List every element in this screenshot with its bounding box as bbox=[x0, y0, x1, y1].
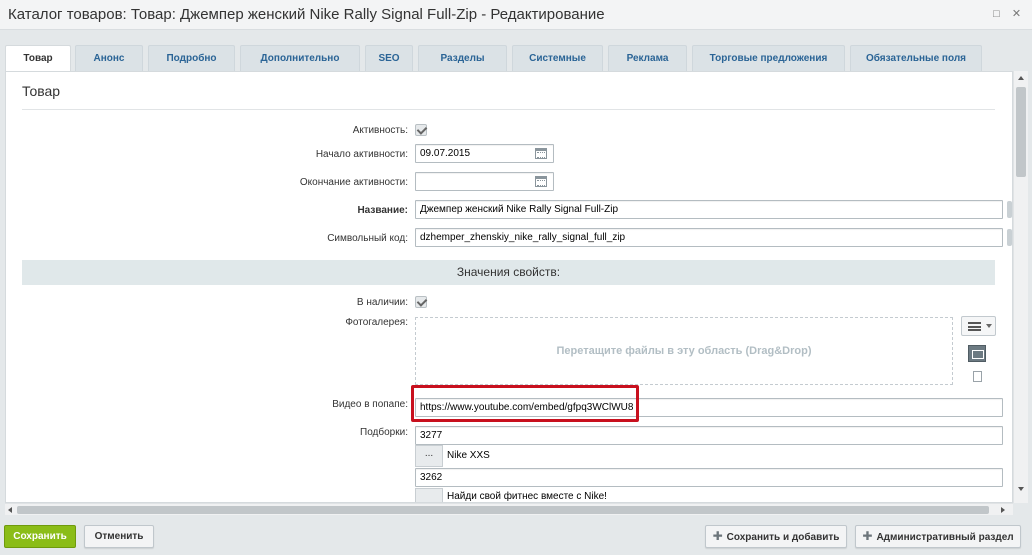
field-grip-icon[interactable] bbox=[1007, 229, 1012, 246]
admin-section-button[interactable]: ✚ Административный раздел bbox=[855, 525, 1021, 548]
tab-sections[interactable]: Разделы bbox=[418, 45, 507, 71]
in-stock-checkbox[interactable] bbox=[415, 296, 427, 308]
admin-section-label: Административный раздел bbox=[876, 532, 1014, 543]
close-icon[interactable]: ✕ bbox=[1011, 9, 1022, 20]
section-title: Товар bbox=[22, 83, 61, 99]
calendar-icon[interactable] bbox=[535, 176, 547, 187]
tab-additional[interactable]: Дополнительно bbox=[240, 45, 360, 71]
cancel-button[interactable]: Отменить bbox=[84, 525, 154, 548]
tab-seo[interactable]: SEO bbox=[365, 45, 413, 71]
plus-icon: ✚ bbox=[712, 529, 723, 543]
scroll-thumb[interactable] bbox=[1016, 87, 1026, 177]
gallery-menu-button[interactable] bbox=[961, 316, 996, 336]
active-checkbox[interactable] bbox=[415, 124, 427, 136]
collection-select-button[interactable] bbox=[415, 488, 443, 502]
vertical-scrollbar[interactable] bbox=[1013, 71, 1028, 503]
plus-icon: ✚ bbox=[862, 529, 873, 543]
active-from-label: Начало активности: bbox=[315, 149, 408, 160]
active-label: Активность: bbox=[352, 125, 408, 136]
collection-id-input[interactable]: 3262 bbox=[415, 468, 1003, 487]
scroll-down-icon[interactable] bbox=[1018, 487, 1024, 491]
restore-icon[interactable]: □ bbox=[991, 9, 1002, 20]
tab-details[interactable]: Подробно bbox=[148, 45, 235, 71]
gallery-dropzone[interactable]: Перетащите файлы в эту область (Drag&Dro… bbox=[415, 317, 953, 385]
form-panel: Товар Активность: Начало активности: 09.… bbox=[5, 71, 1013, 503]
image-icon[interactable] bbox=[968, 345, 986, 362]
video-label: Видео в попапе: bbox=[332, 399, 408, 410]
save-and-add-label: Сохранить и добавить bbox=[726, 532, 840, 543]
horizontal-scrollbar[interactable] bbox=[5, 503, 1013, 515]
file-icon[interactable] bbox=[973, 371, 982, 382]
scroll-up-icon[interactable] bbox=[1018, 76, 1024, 80]
calendar-icon[interactable] bbox=[535, 148, 547, 159]
tab-advertising[interactable]: Реклама bbox=[608, 45, 687, 71]
tab-bar: Товар Анонс Подробно Дополнительно SEO Р… bbox=[5, 45, 995, 72]
scroll-right-icon[interactable] bbox=[1001, 507, 1005, 513]
code-label: Символьный код: bbox=[327, 233, 408, 244]
active-from-input[interactable]: 09.07.2015 bbox=[415, 144, 554, 163]
in-stock-label: В наличии: bbox=[356, 297, 408, 308]
scroll-left-icon[interactable] bbox=[8, 507, 12, 513]
chevron-down-icon bbox=[986, 324, 992, 328]
tab-required-fields[interactable]: Обязательные поля bbox=[850, 45, 982, 71]
tab-system[interactable]: Системные bbox=[512, 45, 603, 71]
window-title: Каталог товаров: Товар: Джемпер женский … bbox=[8, 6, 605, 23]
menu-icon bbox=[968, 322, 981, 331]
collection-select-button[interactable]: ... bbox=[415, 445, 443, 467]
tab-announce[interactable]: Анонс bbox=[75, 45, 143, 71]
name-input[interactable]: Джемпер женский Nike Rally Signal Full-Z… bbox=[415, 200, 1003, 219]
field-grip-icon[interactable] bbox=[1007, 201, 1012, 218]
collection-name: Найди свой фитнес вместе с Nike! bbox=[447, 491, 607, 502]
tab-product[interactable]: Товар bbox=[5, 45, 71, 72]
gallery-label: Фотогалерея: bbox=[345, 317, 408, 328]
tab-trade-offers[interactable]: Торговые предложения bbox=[692, 45, 845, 71]
window-titlebar: Каталог товаров: Товар: Джемпер женский … bbox=[0, 0, 1032, 30]
scroll-thumb[interactable] bbox=[17, 506, 989, 514]
name-label: Название: bbox=[357, 205, 408, 216]
collections-label: Подборки: bbox=[360, 427, 408, 438]
video-url-input[interactable]: https://www.youtube.com/embed/gfpq3WClWU… bbox=[415, 398, 1003, 417]
active-to-input[interactable] bbox=[415, 172, 554, 191]
collection-name: Nike XXS bbox=[447, 450, 490, 461]
collection-id-input[interactable]: 3277 bbox=[415, 426, 1003, 445]
active-to-label: Окончание активности: bbox=[299, 177, 408, 188]
save-and-add-button[interactable]: ✚ Сохранить и добавить bbox=[705, 525, 847, 548]
save-button[interactable]: Сохранить bbox=[4, 525, 76, 548]
divider bbox=[22, 109, 995, 110]
code-input[interactable]: dzhemper_zhenskiy_nike_rally_signal_full… bbox=[415, 228, 1003, 247]
properties-header: Значения свойств: bbox=[22, 260, 995, 285]
